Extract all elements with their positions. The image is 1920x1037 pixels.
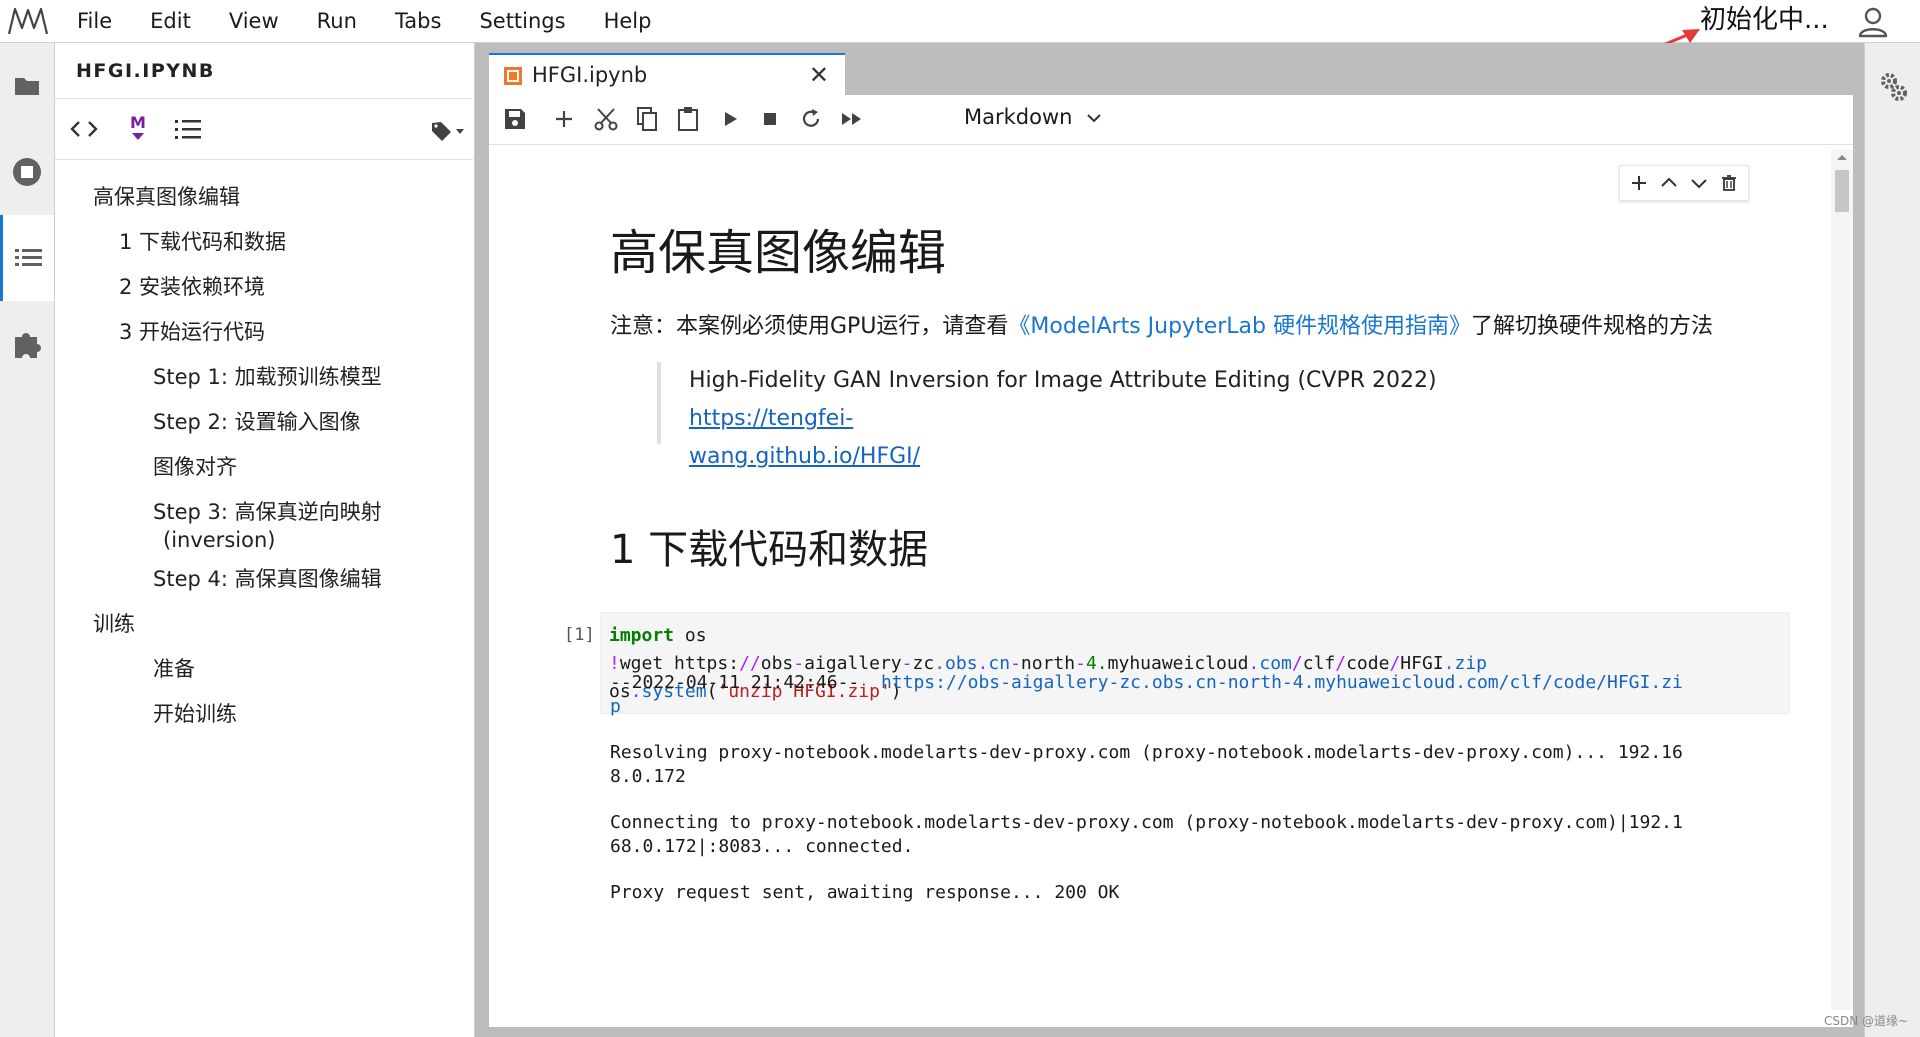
menu-settings[interactable]: Settings bbox=[460, 0, 584, 43]
output-line: Proxy request sent, awaiting response...… bbox=[610, 882, 1120, 903]
jupyter-logo-icon[interactable] bbox=[6, 4, 50, 38]
cell-toolbar bbox=[1619, 165, 1749, 201]
stop-icon[interactable] bbox=[759, 106, 781, 132]
close-icon[interactable]: ✕ bbox=[809, 63, 829, 87]
toc-item-step2[interactable]: Step 2: 设置输入图像 bbox=[153, 408, 361, 436]
toc-item-start-train[interactable]: 开始训练 bbox=[153, 700, 237, 728]
quote-text: High-Fidelity GAN Inversion for Image At… bbox=[689, 368, 1437, 393]
extension-icon bbox=[15, 333, 41, 358]
folder-icon bbox=[15, 78, 39, 95]
toc-tab[interactable] bbox=[0, 215, 54, 301]
cell-type-select[interactable]: Markdown bbox=[964, 105, 1103, 129]
move-down-icon[interactable] bbox=[1688, 171, 1710, 195]
tag-dropdown-icon[interactable] bbox=[429, 111, 467, 147]
blockquote: High-Fidelity GAN Inversion for Image At… bbox=[657, 362, 1497, 469]
tab-notebook[interactable]: HFGI.ipynb ✕ bbox=[489, 53, 845, 95]
note-suffix: 了解切换硬件规格的方法 bbox=[1470, 314, 1713, 339]
cell-type-value: Markdown bbox=[964, 105, 1073, 129]
paste-icon[interactable] bbox=[676, 106, 700, 132]
toc-item-align[interactable]: 图像对齐 bbox=[153, 453, 237, 481]
menu: File Edit View Run Tabs Settings Help bbox=[58, 0, 670, 43]
chevron-down-icon bbox=[1087, 114, 1101, 123]
notebook-panel: Markdown 高保真图像编辑 注意：本案例必须使用GPU运行，请查看《Mod… bbox=[489, 95, 1853, 1027]
add-cell-icon[interactable] bbox=[552, 106, 576, 132]
kernel-status: 初始化中... bbox=[1700, 5, 1829, 35]
watermark: CSDN @道缘~ bbox=[1824, 1014, 1909, 1028]
running-icon bbox=[13, 158, 41, 186]
output-line: --2022-04-11 21:42:46-- https://obs-aiga… bbox=[610, 669, 1683, 697]
toc-item-step1[interactable]: Step 1: 加载预训练模型 bbox=[153, 363, 382, 391]
toc-item-step3[interactable]: Step 3: 高保真逆向映射 bbox=[153, 498, 382, 526]
code-cell[interactable]: import os !wget https://obs-aigallery-zc… bbox=[600, 612, 1790, 714]
toc-item-h1[interactable]: 高保真图像编辑 bbox=[93, 183, 240, 211]
insert-cell-icon[interactable] bbox=[1628, 171, 1650, 195]
scroll-up-icon[interactable] bbox=[1835, 152, 1849, 162]
toc-title: HFGI.IPYNB bbox=[76, 60, 215, 82]
output-line: 8.0.172 bbox=[610, 766, 686, 787]
output-line: 68.0.172|:8083... connected. bbox=[610, 836, 914, 857]
toc-item-train[interactable]: 训练 bbox=[93, 610, 135, 638]
note-link[interactable]: 《ModelArts JupyterLab 硬件规格使用指南》 bbox=[1008, 314, 1471, 339]
right-sidebar bbox=[1864, 43, 1920, 1037]
toc-item-run[interactable]: 3 开始运行代码 bbox=[119, 318, 265, 346]
output-timestamp: --2022-04-11 21:42:46-- bbox=[610, 672, 881, 693]
activity-bar bbox=[0, 43, 55, 1037]
toc-item-step4[interactable]: Step 4: 高保真图像编辑 bbox=[153, 565, 382, 593]
code-icon[interactable] bbox=[69, 111, 99, 147]
markdown-note: 注意：本案例必须使用GPU运行，请查看《ModelArts JupyterLab… bbox=[610, 308, 1713, 340]
toc-item-install[interactable]: 2 安装依赖环境 bbox=[119, 273, 265, 301]
extension-tab[interactable] bbox=[0, 301, 54, 387]
gears-icon[interactable] bbox=[1879, 71, 1909, 103]
markdown-icon[interactable]: M bbox=[125, 111, 151, 147]
menu-view[interactable]: View bbox=[210, 0, 298, 43]
running-tab[interactable] bbox=[0, 129, 54, 215]
tab-label: HFGI.ipynb bbox=[532, 63, 648, 87]
scrollbar[interactable] bbox=[1831, 150, 1853, 1010]
scroll-thumb[interactable] bbox=[1835, 170, 1849, 212]
menu-edit[interactable]: Edit bbox=[131, 0, 210, 43]
output-line: Resolving proxy-notebook.modelarts-dev-p… bbox=[610, 742, 1683, 763]
toc-item-step3-cont[interactable]: (inversion) bbox=[163, 526, 275, 554]
note-prefix: 注意：本案例必须使用GPU运行，请查看 bbox=[610, 314, 1009, 339]
tab-bar: HFGI.ipynb ✕ bbox=[475, 43, 1864, 95]
notebook-icon bbox=[504, 67, 522, 85]
menu-help[interactable]: Help bbox=[585, 0, 671, 43]
quote-link[interactable]: https://tengfei- bbox=[689, 406, 853, 431]
toc-item-prepare[interactable]: 准备 bbox=[153, 655, 195, 683]
markdown-h2: 1 下载代码和数据 bbox=[610, 527, 929, 573]
menu-file[interactable]: File bbox=[58, 0, 131, 43]
markdown-h1: 高保真图像编辑 bbox=[610, 225, 947, 281]
restart-icon[interactable] bbox=[799, 106, 823, 132]
file-browser-tab[interactable] bbox=[0, 43, 54, 129]
delete-icon[interactable] bbox=[1718, 171, 1740, 195]
fast-forward-icon[interactable] bbox=[839, 106, 865, 132]
toc-panel: HFGI.IPYNB M 高保真图像编辑 1 下载代码和数据 2 安装依赖环境 … bbox=[55, 43, 475, 1037]
run-icon[interactable] bbox=[719, 106, 741, 132]
toc-item-download[interactable]: 1 下载代码和数据 bbox=[119, 228, 286, 256]
notebook-toolbar: Markdown bbox=[489, 95, 1853, 145]
quote-link-cont[interactable]: wang.github.io/HFGI/ bbox=[689, 444, 920, 469]
svg-text:M: M bbox=[130, 113, 146, 132]
output-line: p bbox=[610, 693, 621, 721]
output-link[interactable]: https://obs-aigallery-zc.obs.cn-north-4.… bbox=[881, 672, 1683, 693]
user-icon[interactable] bbox=[1853, 4, 1893, 40]
toc-toolbar: M bbox=[55, 98, 473, 160]
menu-tabs[interactable]: Tabs bbox=[376, 0, 461, 43]
menu-run[interactable]: Run bbox=[298, 0, 376, 43]
execution-prompt: [1] bbox=[564, 625, 595, 645]
output-link-cont[interactable]: p bbox=[610, 696, 621, 717]
move-up-icon[interactable] bbox=[1658, 171, 1680, 195]
cut-icon[interactable] bbox=[593, 106, 619, 132]
copy-icon[interactable] bbox=[635, 106, 659, 132]
numbered-list-icon[interactable] bbox=[173, 111, 203, 147]
toc-icon bbox=[14, 249, 42, 266]
save-icon[interactable] bbox=[503, 106, 527, 132]
